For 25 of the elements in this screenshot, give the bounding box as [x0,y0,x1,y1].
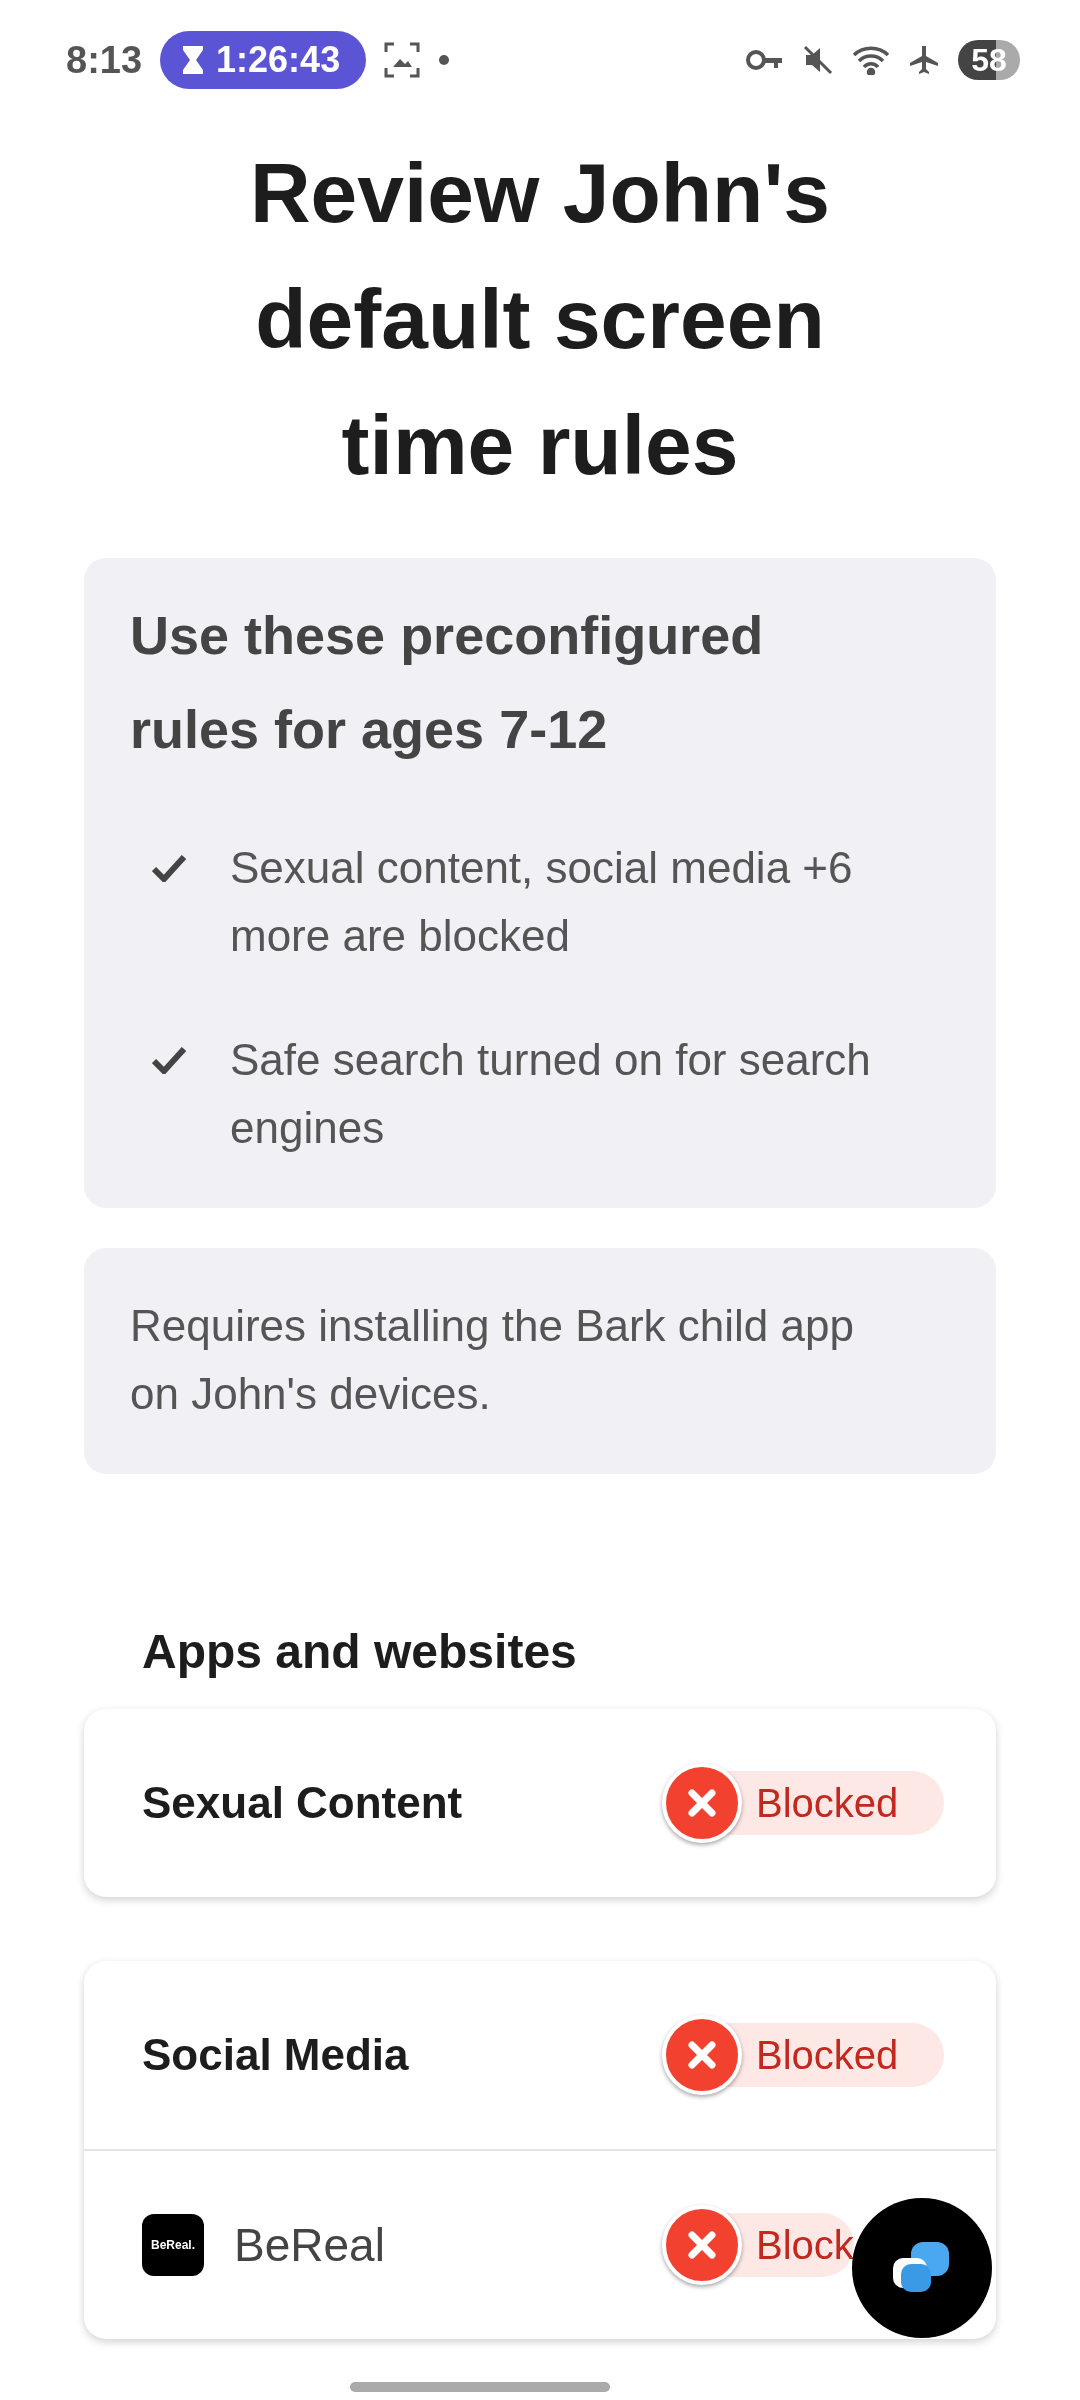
rule-label: Sexual Content [142,1778,464,1828]
close-icon [687,2230,717,2260]
rule-label: Social Media [142,2030,410,2080]
bullet-text: Safe search turned on for search engines [230,1034,872,1154]
wifi-icon [852,45,890,75]
bullet-text: Sexual content, social media +6 more are blocked [230,842,854,962]
dot-icon [438,54,451,66]
status-time: 8:13 [66,38,143,82]
airplane-icon [908,44,940,76]
rule-label: BeReal [234,2218,386,2272]
page-title: Review John's default screen time rules [248,145,832,494]
close-icon [687,2040,717,2070]
close-icon [687,1788,717,1818]
section-title: Apps and websites [142,1624,578,1679]
note-text: Requires installing the Bark child app on John's devices. [130,1300,855,1420]
timer-chip: 1:26:43 [160,31,367,89]
app-icon: BeReal. [142,2214,204,2276]
check-icon [152,854,186,882]
card-heading: Use these preconfigured rules for ages 7-12 [130,604,765,761]
screenshot-icon [384,42,421,78]
check-icon [152,1046,186,1074]
key-icon [746,48,784,72]
hourglass-icon [182,45,205,75]
battery-icon: 58 [958,40,1020,80]
mute-icon [802,44,834,76]
